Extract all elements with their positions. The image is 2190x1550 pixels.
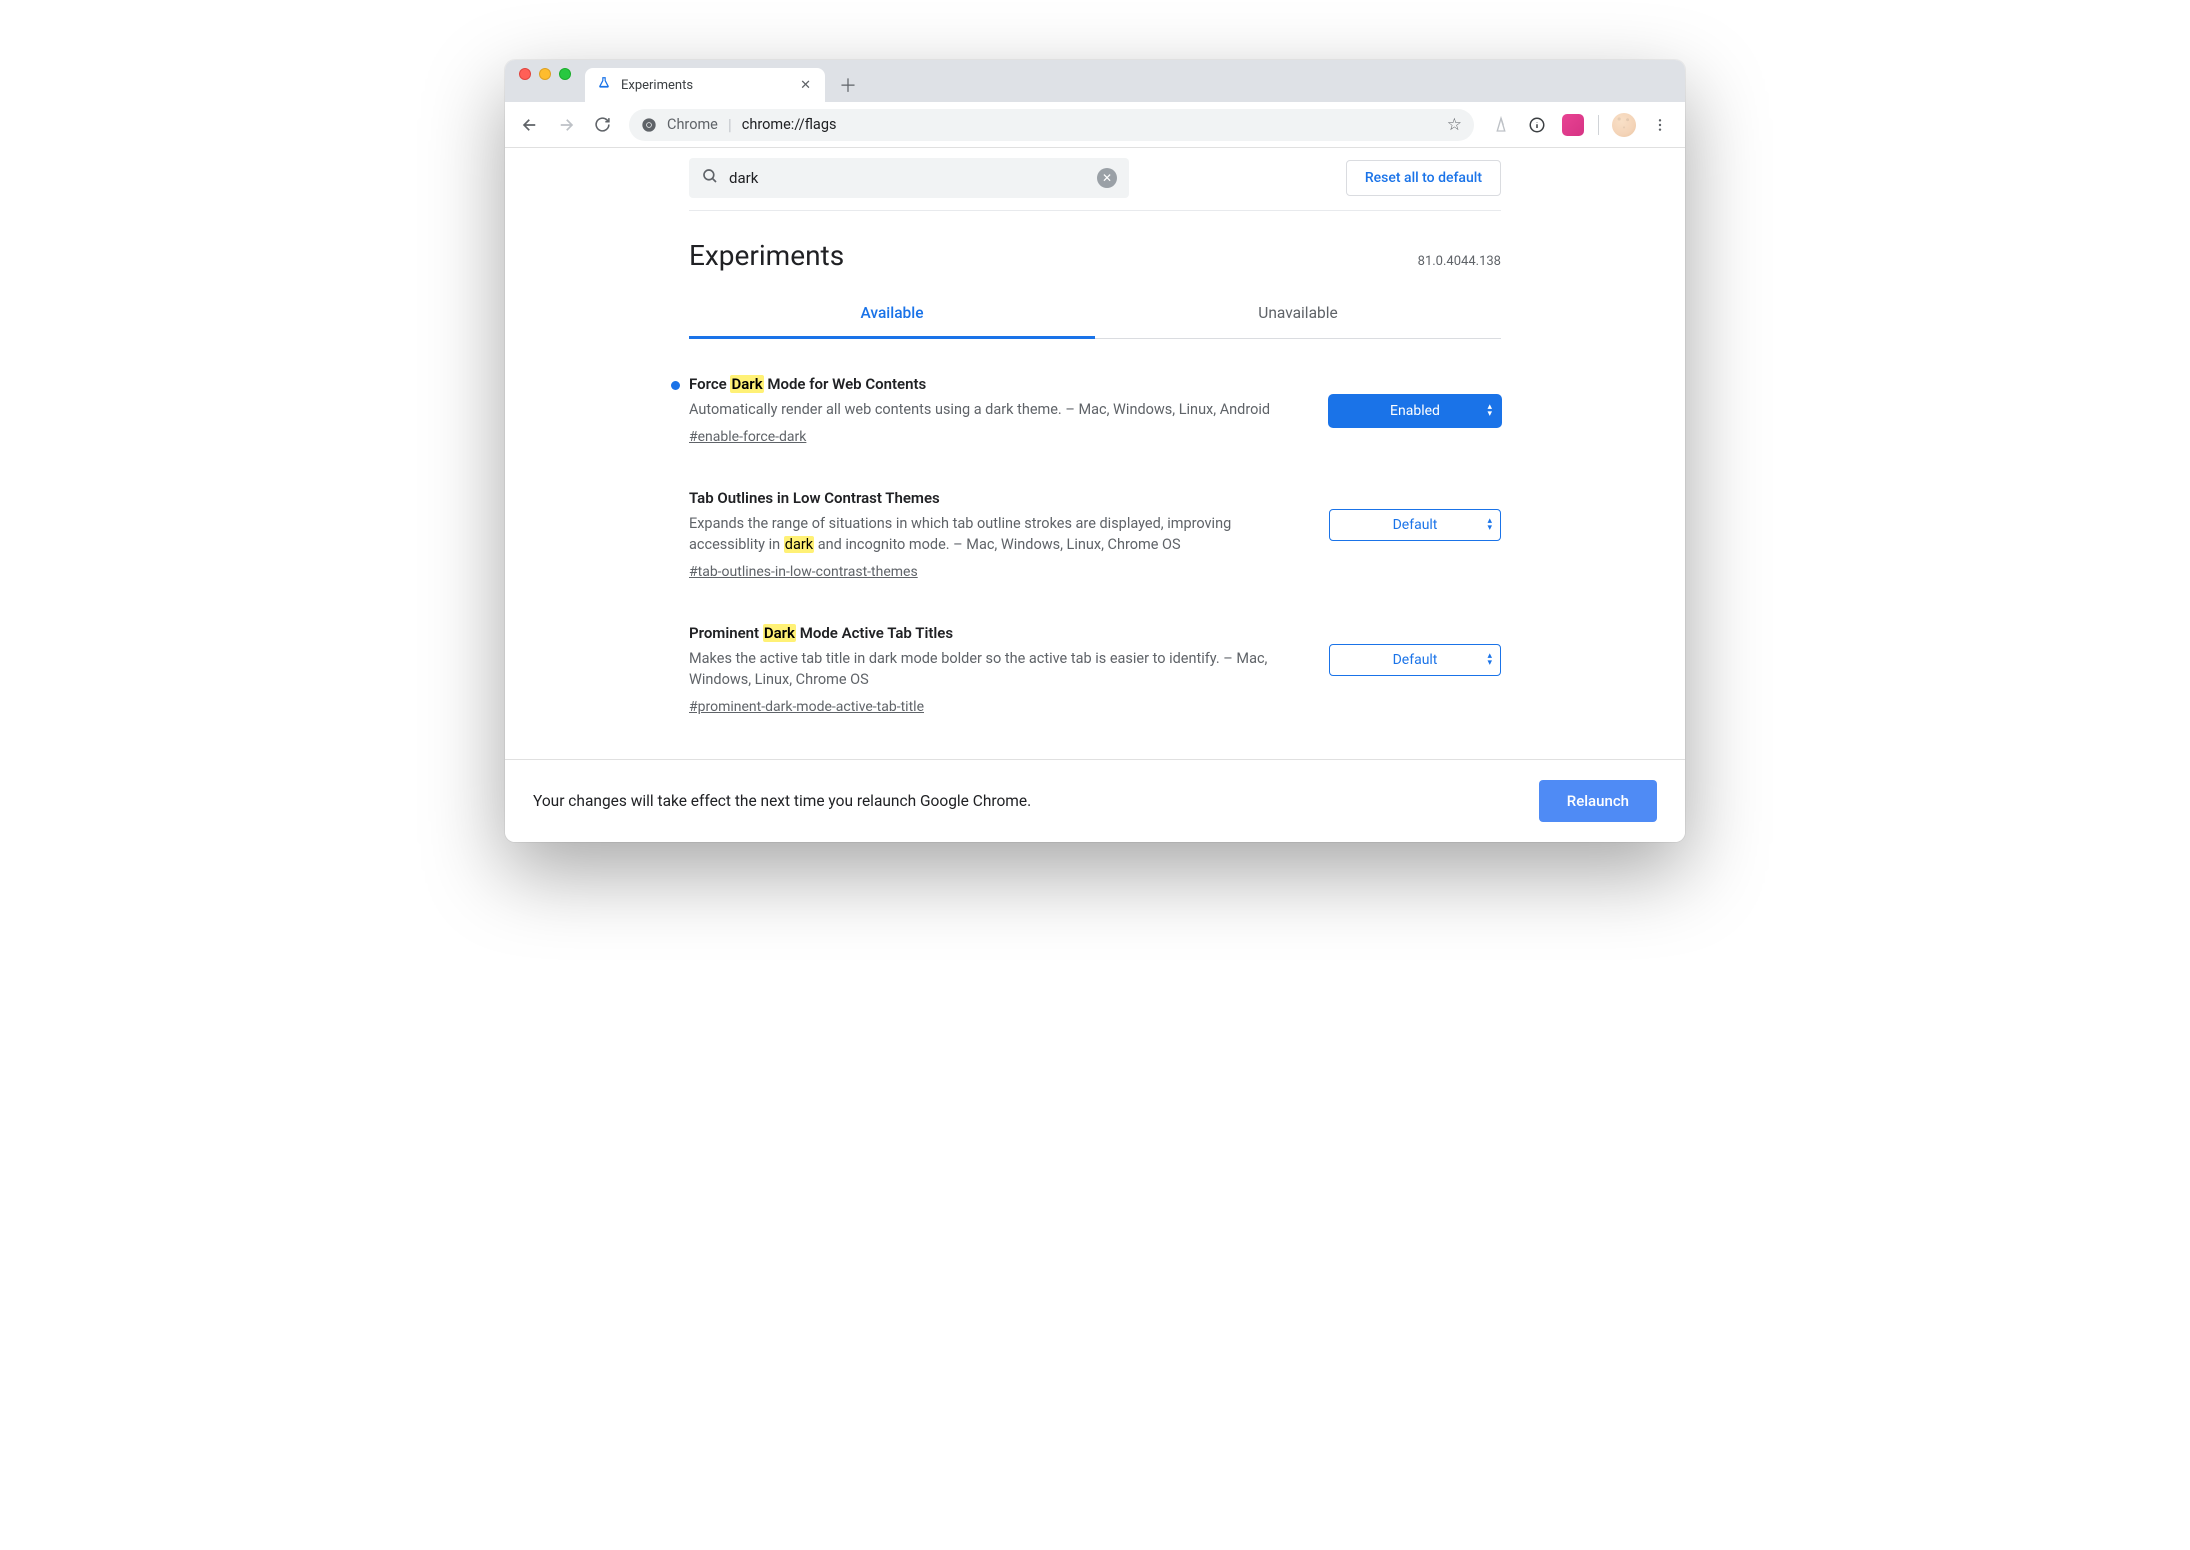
flag-description: Automatically render all web contents us… — [689, 399, 1305, 420]
titlebar: Experiments ✕ ＋ — [505, 60, 1685, 102]
page-header: Experiments 81.0.4044.138 — [689, 211, 1501, 290]
relaunch-message: Your changes will take effect the next t… — [533, 792, 1031, 810]
flag-permalink[interactable]: #enable-force-dark — [689, 429, 806, 445]
minimize-window-button[interactable] — [539, 68, 551, 80]
select-chevron-icon: ▴▾ — [1487, 653, 1492, 667]
flag-title: Force Dark Mode for Web Contents — [689, 375, 1305, 393]
select-chevron-icon: ▴▾ — [1487, 404, 1492, 418]
address-bar[interactable]: Chrome | chrome://flags ☆ — [629, 109, 1474, 141]
flask-icon — [597, 76, 611, 94]
flag-description: Makes the active tab title in dark mode … — [689, 648, 1305, 690]
modified-indicator-icon — [671, 381, 680, 390]
back-button[interactable] — [515, 110, 545, 140]
flag-title: Tab Outlines in Low Contrast Themes — [689, 489, 1305, 507]
flag-row: Prominent Dark Mode Active Tab Titles Mak… — [689, 624, 1501, 759]
toolbar: Chrome | chrome://flags ☆ — [505, 102, 1685, 148]
select-value: Default — [1393, 517, 1438, 533]
clear-search-icon[interactable]: ✕ — [1097, 168, 1117, 188]
search-box[interactable]: ✕ — [689, 158, 1129, 198]
extension-pink-icon[interactable] — [1558, 110, 1588, 140]
select-chevron-icon: ▴▾ — [1487, 518, 1492, 532]
select-value: Default — [1393, 652, 1438, 668]
flag-state-select[interactable]: Default ▴▾ — [1329, 644, 1501, 676]
tabs: Available Unavailable — [689, 290, 1501, 339]
search-strip: ✕ Reset all to default — [689, 148, 1501, 211]
kebab-menu-icon[interactable] — [1645, 110, 1675, 140]
extension-info-icon[interactable] — [1522, 110, 1552, 140]
page-title: Experiments — [689, 239, 844, 272]
profile-avatar[interactable] — [1609, 110, 1639, 140]
chrome-icon — [641, 117, 657, 133]
new-tab-button[interactable]: ＋ — [833, 70, 863, 100]
select-value: Enabled — [1390, 403, 1440, 419]
flag-title: Prominent Dark Mode Active Tab Titles — [689, 624, 1305, 642]
url-divider: | — [728, 115, 732, 134]
browser-tab[interactable]: Experiments ✕ — [585, 68, 825, 102]
flag-permalink[interactable]: #prominent-dark-mode-active-tab-title — [689, 699, 924, 715]
reset-all-button[interactable]: Reset all to default — [1346, 160, 1501, 196]
flag-row: Force Dark Mode for Web Contents Automati… — [689, 375, 1501, 489]
search-icon — [701, 167, 719, 189]
flag-state-select[interactable]: Enabled ▴▾ — [1329, 395, 1501, 427]
url-path: chrome://flags — [742, 116, 837, 133]
toolbar-separator — [1598, 115, 1599, 135]
relaunch-button[interactable]: Relaunch — [1539, 780, 1657, 822]
window-controls — [505, 68, 585, 94]
tab-unavailable[interactable]: Unavailable — [1095, 290, 1501, 339]
flag-description: Expands the range of situations in which… — [689, 513, 1305, 555]
flag-row: Tab Outlines in Low Contrast Themes Expan… — [689, 489, 1501, 624]
browser-window: Experiments ✕ ＋ Chrome | chrome://flags … — [505, 60, 1685, 842]
flags-list: Force Dark Mode for Web Contents Automati… — [689, 339, 1501, 759]
close-window-button[interactable] — [519, 68, 531, 80]
relaunch-bar: Your changes will take effect the next t… — [505, 759, 1685, 842]
tab-available[interactable]: Available — [689, 290, 1095, 339]
flag-permalink[interactable]: #tab-outlines-in-low-contrast-themes — [689, 564, 918, 580]
bookmark-star-icon[interactable]: ☆ — [1447, 115, 1462, 135]
tab-title: Experiments — [621, 78, 788, 93]
close-tab-icon[interactable]: ✕ — [798, 76, 813, 95]
page-content: ✕ Reset all to default Experiments 81.0.… — [505, 148, 1685, 759]
maximize-window-button[interactable] — [559, 68, 571, 80]
version-label: 81.0.4044.138 — [1418, 254, 1501, 269]
search-input[interactable] — [729, 169, 1087, 187]
url-origin: Chrome — [667, 116, 718, 133]
forward-button[interactable] — [551, 110, 581, 140]
flag-state-select[interactable]: Default ▴▾ — [1329, 509, 1501, 541]
reload-button[interactable] — [587, 110, 617, 140]
extension-metronome-icon[interactable] — [1486, 110, 1516, 140]
